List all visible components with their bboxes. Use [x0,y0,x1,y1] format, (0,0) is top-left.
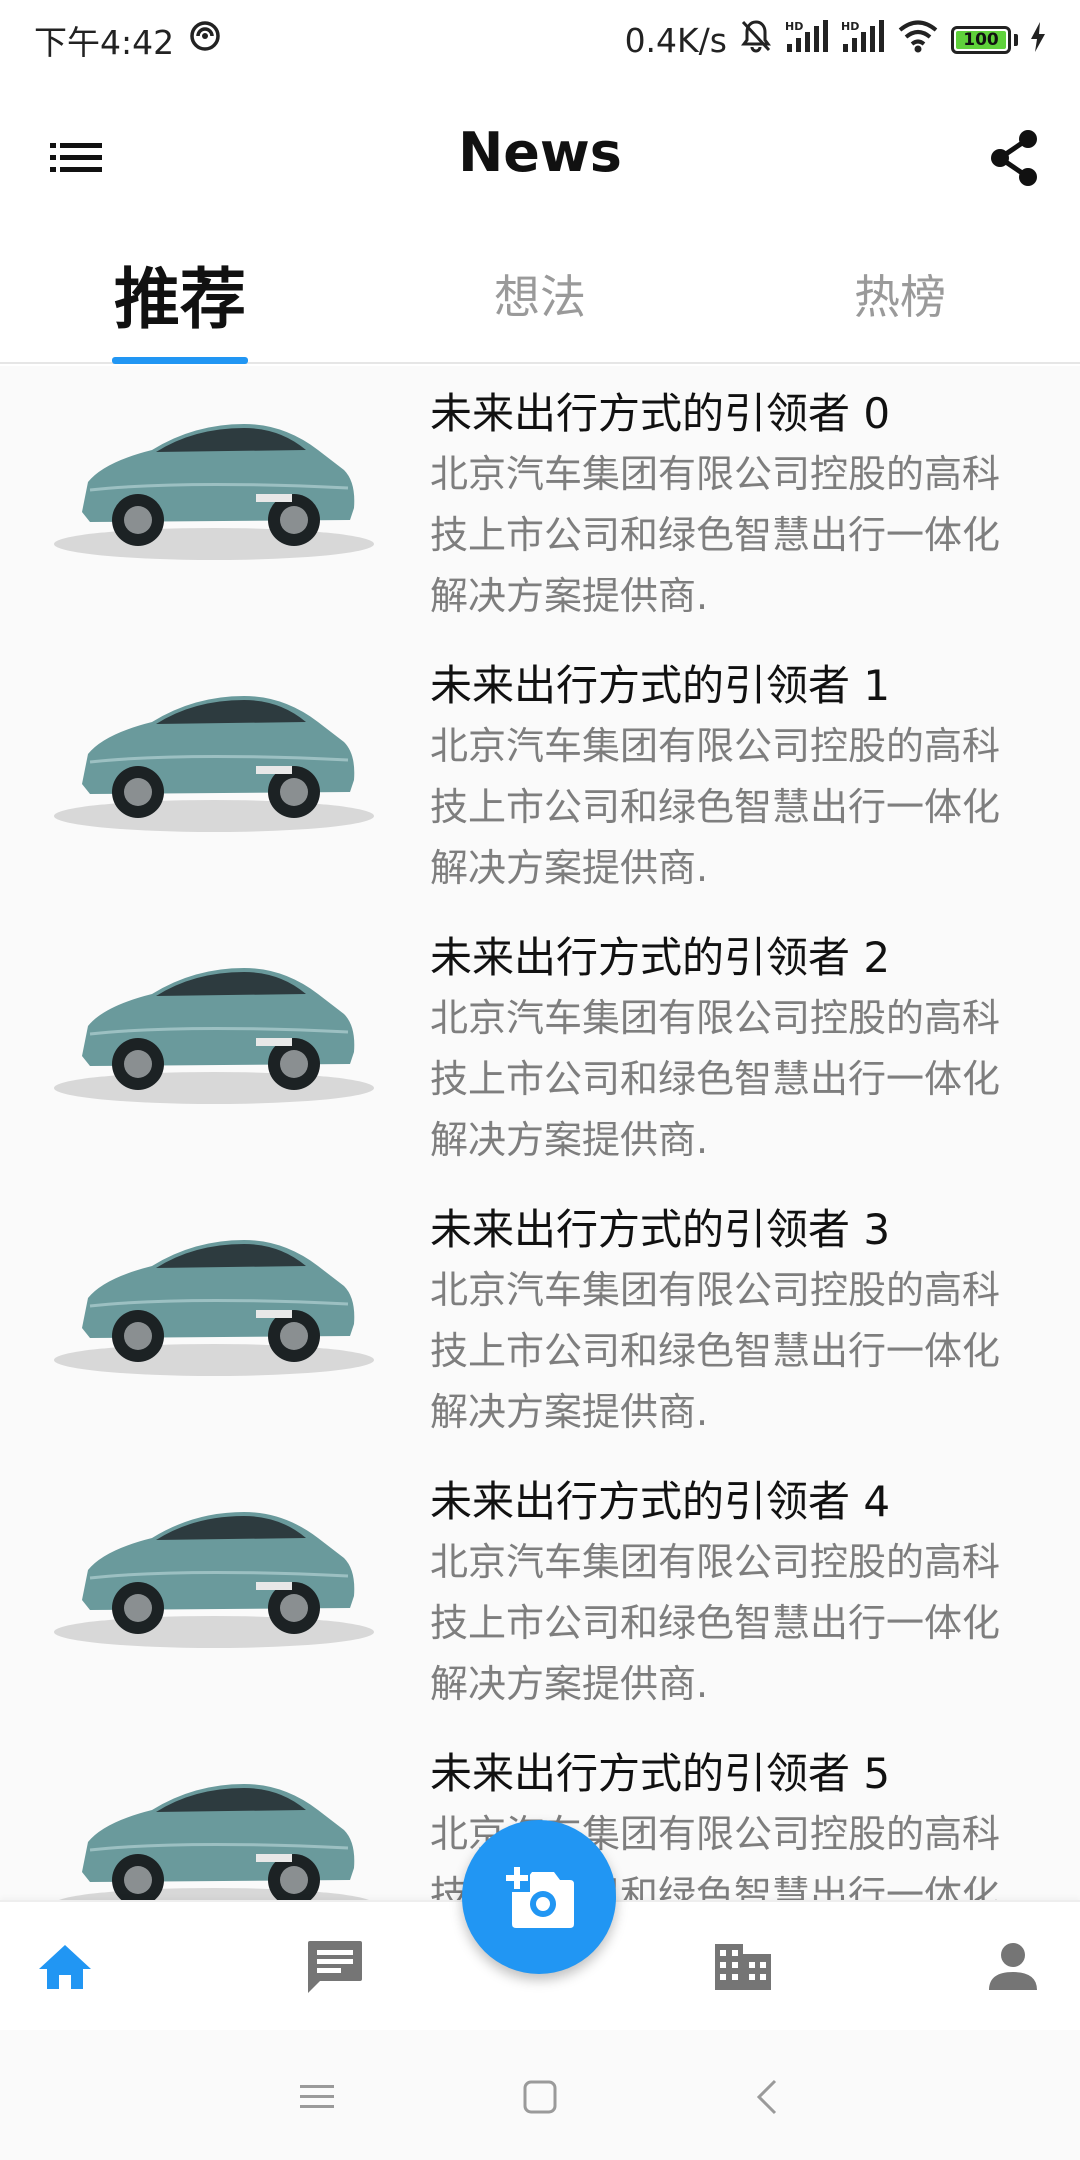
news-item[interactable]: 未来出行方式的引领者 3 北京汽车集团有限公司控股的高科技上市公司和绿色智慧出行… [0,1182,1080,1454]
news-description: 北京汽车集团有限公司控股的高科技上市公司和绿色智慧出行一体化解决方案提供商. [430,452,1001,618]
news-description: 北京汽车集团有限公司控股的高科技上市公司和绿色智慧出行一体化解决方案提供商. [430,1540,1001,1706]
status-bar: 下午4:42 0.4K/s HD HD 100 [0,0,1080,80]
app-bar: News [0,80,1080,224]
status-left: 下午4:42 [34,16,222,64]
nav-messages[interactable] [300,1932,370,2002]
tab-indicator [112,357,248,364]
news-item-text: 未来出行方式的引领者 2 北京汽车集团有限公司控股的高科技上市公司和绿色智慧出行… [430,910,1030,1182]
share-icon [991,130,1037,186]
add-photo-button[interactable] [462,1820,616,1974]
tab-label: 推荐 [114,261,246,338]
charging-icon [1030,21,1046,60]
news-item[interactable]: 未来出行方式的引领者 1 北京汽车集团有限公司控股的高科技上市公司和绿色智慧出行… [0,638,1080,910]
tab-label: 想法 [494,270,586,324]
system-back-button[interactable] [742,2072,792,2122]
person-icon [989,1943,1037,1990]
news-item[interactable]: 未来出行方式的引领者 4 北京汽车集团有限公司控股的高科技上市公司和绿色智慧出行… [0,1454,1080,1726]
share-button[interactable] [978,122,1050,194]
news-item-text: 未来出行方式的引领者 0 北京汽车集团有限公司控股的高科技上市公司和绿色智慧出行… [430,366,1030,638]
car-thumbnail-icon [59,1784,369,1900]
news-title: 未来出行方式的引领者 5 [430,1749,891,1798]
system-nav-bar [0,2030,1080,2160]
news-description: 北京汽车集团有限公司控股的高科技上市公司和绿色智慧出行一体化解决方案提供商. [430,996,1001,1162]
nav-home[interactable] [30,1932,100,2002]
battery-level: 100 [956,31,1006,49]
tab-label: 热榜 [854,270,946,324]
home-icon [39,1945,91,1989]
news-title: 未来出行方式的引领者 4 [430,1477,891,1526]
building-icon [715,1944,771,1990]
tab-hot-list[interactable]: 热榜 [720,224,1080,364]
svg-text:HD: HD [841,20,859,33]
battery-icon: 100 [951,26,1018,54]
car-thumbnail-icon [54,696,374,832]
car-thumbnail-icon [54,1512,374,1648]
message-icon [308,1941,362,1993]
nav-profile[interactable] [978,1932,1048,2002]
system-home-icon [523,2080,557,2114]
news-item-text: 未来出行方式的引领者 1 北京汽车集团有限公司控股的高科技上市公司和绿色智慧出行… [430,638,1030,910]
car-thumbnail-icon [54,1240,374,1376]
signal-hd-icon-2: HD [841,18,885,62]
signal-hd-icon-1: HD [785,18,829,62]
status-time: 下午4:42 [34,23,175,62]
news-title: 未来出行方式的引领者 0 [430,389,891,438]
news-title: 未来出行方式的引领者 1 [430,661,891,710]
system-back-icon [756,2079,777,2115]
system-home-button[interactable] [515,2072,565,2122]
tab-bar: 推荐 想法 热榜 [0,224,1080,364]
news-item-text: 未来出行方式的引领者 4 北京汽车集团有限公司控股的高科技上市公司和绿色智慧出行… [430,1454,1030,1726]
news-item[interactable]: 未来出行方式的引领者 2 北京汽车集团有限公司控股的高科技上市公司和绿色智慧出行… [0,910,1080,1182]
system-menu-button[interactable] [292,2072,342,2122]
news-title: 未来出行方式的引领者 3 [430,1205,891,1254]
status-right: 0.4K/s HD HD 100 [625,18,1046,62]
news-list: 未来出行方式的引领者 0 北京汽车集团有限公司控股的高科技上市公司和绿色智慧出行… [0,366,1080,1900]
system-menu-icon [300,2085,334,2108]
page-title: News [458,120,622,184]
svg-text:HD: HD [785,20,803,33]
news-item[interactable]: 未来出行方式的引领者 0 北京汽车集团有限公司控股的高科技上市公司和绿色智慧出行… [0,366,1080,638]
news-title: 未来出行方式的引领者 2 [430,933,891,982]
nav-company[interactable] [708,1932,778,2002]
app-root: 下午4:42 0.4K/s HD HD 100 News 推荐 想法 热榜 未来… [0,0,1080,2160]
vpn-icon [188,19,222,61]
tab-recommend[interactable]: 推荐 [0,224,360,364]
car-thumbnail-icon [54,968,374,1104]
news-item-text: 未来出行方式的引领者 3 北京汽车集团有限公司控股的高科技上市公司和绿色智慧出行… [430,1182,1030,1454]
tab-ideas[interactable]: 想法 [360,224,720,364]
wifi-icon [897,19,939,61]
list-icon [50,143,102,172]
news-description: 北京汽车集团有限公司控股的高科技上市公司和绿色智慧出行一体化解决方案提供商. [430,724,1001,890]
news-description: 北京汽车集团有限公司控股的高科技上市公司和绿色智慧出行一体化解决方案提供商. [430,1268,1001,1434]
mute-icon [739,18,773,62]
add-photo-icon [504,1866,574,1928]
car-thumbnail-icon [54,424,374,560]
network-speed: 0.4K/s [624,20,727,60]
menu-button[interactable] [40,122,112,194]
